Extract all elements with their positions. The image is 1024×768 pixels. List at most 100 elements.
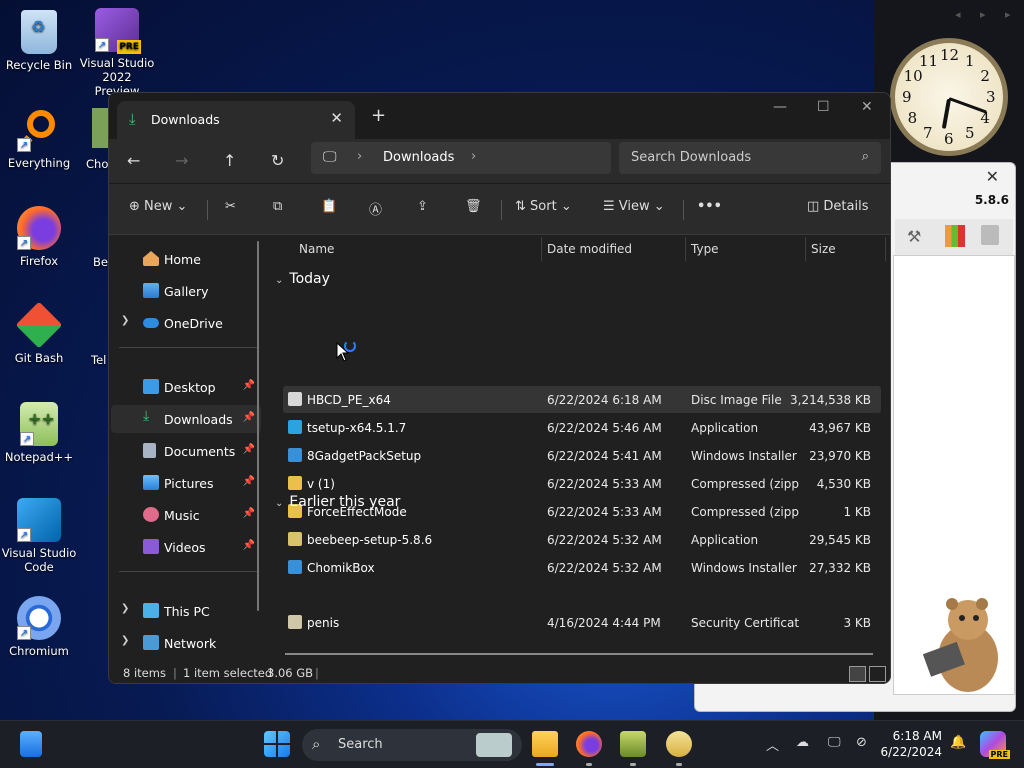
up-button[interactable]: ↑ xyxy=(223,151,236,170)
nav-item-music[interactable]: Music 📌 xyxy=(111,501,261,529)
copy-icon[interactable]: ⧉ xyxy=(273,199,282,214)
copilot-icon[interactable]: PRE xyxy=(980,731,1010,759)
column-header-date[interactable]: Date modified xyxy=(547,235,632,263)
group-header-today[interactable]: ⌄ Today xyxy=(275,271,330,287)
desktop-icon-visual-studio-2022-preview[interactable]: PRE ↗ Visual Studio 2022 Preview xyxy=(79,8,155,98)
start-button[interactable] xyxy=(264,731,290,757)
widgets-icon[interactable] xyxy=(20,731,42,757)
breadcrumb-downloads[interactable]: Downloads xyxy=(383,150,454,165)
chevron-right-icon[interactable]: ❯ xyxy=(121,315,129,326)
chevron-down-icon[interactable]: ⌄ xyxy=(275,498,283,509)
delete-icon[interactable]: 🗑 xyxy=(465,199,482,214)
pin-icon[interactable]: 📌 xyxy=(243,444,255,455)
maximize-button[interactable]: ☐ xyxy=(817,99,830,115)
tiles-view-button[interactable] xyxy=(869,666,886,682)
file-row[interactable]: beebeep-setup-5.8.6 6/22/2024 5:32 AM Appl… xyxy=(283,526,881,553)
column-header-size[interactable]: Size xyxy=(811,235,836,263)
address-bar[interactable]: 🖵 › Downloads › xyxy=(311,142,611,174)
sort-button[interactable]: ⇅ Sort ⌄ xyxy=(515,199,572,214)
clock-gadget[interactable]: 12 1 2 3 4 5 6 7 8 9 10 11 xyxy=(890,38,1008,156)
gadget-app-taskbar-icon[interactable] xyxy=(620,731,646,757)
pin-icon[interactable]: 📌 xyxy=(243,476,255,487)
nav-item-onedrive[interactable]: ❯ OneDrive xyxy=(111,309,261,337)
new-button[interactable]: ⊕ New ⌄ xyxy=(129,199,187,214)
minimize-button[interactable]: — xyxy=(773,99,787,115)
column-divider[interactable] xyxy=(541,237,542,261)
pin-icon[interactable]: 📌 xyxy=(243,540,255,551)
taskbar-search[interactable]: ⌕ Search xyxy=(302,729,522,761)
new-tab-button[interactable]: + xyxy=(371,105,386,126)
notification-bell-icon[interactable]: 🔔 xyxy=(950,735,966,750)
nav-item-network[interactable]: ❯ Network xyxy=(111,629,261,657)
nav-item-documents[interactable]: Documents 📌 xyxy=(111,437,261,465)
back-button[interactable]: ← xyxy=(127,151,140,170)
details-view-button[interactable] xyxy=(849,666,866,682)
desktop-icon-notepad-plus-plus[interactable]: ++ ↗ Notepad++ xyxy=(1,402,77,464)
tab-downloads[interactable]: ⤓ Downloads ✕ xyxy=(117,101,355,139)
desktop-icon-firefox[interactable]: ↗ Firefox xyxy=(1,206,77,268)
nav-item-gallery[interactable]: Gallery xyxy=(111,277,261,305)
onedrive-tray-icon[interactable]: ☁ xyxy=(796,735,809,750)
nav-item-videos[interactable]: Videos 📌 xyxy=(111,533,261,561)
view-button[interactable]: ☰ View ⌄ xyxy=(603,199,665,214)
tools-icon[interactable]: ⚒ xyxy=(907,227,921,246)
column-divider[interactable] xyxy=(805,237,806,261)
refresh-button[interactable]: ↻ xyxy=(271,151,284,170)
chevron-up-icon[interactable]: ︿ xyxy=(766,735,779,754)
chevron-right-icon[interactable]: › xyxy=(357,149,362,164)
file-row[interactable]: v (1) 6/22/2024 5:33 AM Compressed (zipp..… xyxy=(283,470,881,497)
file-row[interactable]: tsetup-x64.5.1.7 6/22/2024 5:46 AM Applica… xyxy=(283,414,881,441)
horizontal-scrollbar[interactable] xyxy=(285,653,873,655)
file-row[interactable]: penis 4/16/2024 4:44 PM Security Certifica… xyxy=(283,609,881,636)
share-icon[interactable]: ⇪ xyxy=(417,199,428,214)
cut-icon[interactable]: ✂ xyxy=(225,199,236,214)
pin-icon[interactable]: 📌 xyxy=(243,412,255,423)
taskbar-search-input[interactable]: Search xyxy=(338,737,383,752)
file-explorer-window[interactable]: ⤓ Downloads ✕ + — ☐ ✕ ← → ↑ ↻ 🖵 › Downlo… xyxy=(108,92,891,684)
nav-item-desktop[interactable]: Desktop 📌 xyxy=(111,373,261,401)
pin-icon[interactable]: 📌 xyxy=(243,380,255,391)
desktop-icon-git-bash[interactable]: Git Bash xyxy=(1,301,77,365)
gadget-nav-arrows[interactable]: ◂ ▸ ▸ xyxy=(955,8,1019,21)
nav-item-this-pc[interactable]: ❯ This PC xyxy=(111,597,261,625)
nav-item-home[interactable]: Home xyxy=(111,245,261,273)
column-header-type[interactable]: Type xyxy=(691,235,719,263)
pin-icon[interactable]: 📌 xyxy=(243,508,255,519)
desktop-icon-visual-studio-code[interactable]: ↗ Visual Studio Code xyxy=(1,498,77,574)
nav-scrollbar[interactable] xyxy=(257,241,259,611)
column-divider[interactable] xyxy=(885,237,886,261)
desktop-icon-everything[interactable]: ↗ Everything xyxy=(1,108,77,170)
search-input[interactable]: Search Downloads xyxy=(631,150,751,165)
paste-icon[interactable]: 📋 xyxy=(321,199,337,214)
beebeep-taskbar-icon[interactable] xyxy=(666,731,692,757)
details-pane-button[interactable]: ◫ Details xyxy=(807,199,869,214)
chevron-right-icon[interactable]: ❯ xyxy=(121,635,129,646)
close-icon[interactable]: ✕ xyxy=(986,167,999,186)
close-window-button[interactable]: ✕ xyxy=(861,99,873,115)
close-tab-icon[interactable]: ✕ xyxy=(330,109,343,127)
chevron-down-icon[interactable]: ⌄ xyxy=(275,275,283,286)
file-explorer-taskbar-icon[interactable] xyxy=(532,731,558,757)
nav-item-pictures[interactable]: Pictures 📌 xyxy=(111,469,261,497)
file-row[interactable]: HBCD_PE_x64 6/22/2024 6:18 AM Disc Image F… xyxy=(283,386,881,413)
forward-button[interactable]: → xyxy=(175,151,188,170)
desktop-icon-chromium[interactable]: ↗ Chromium xyxy=(1,596,77,658)
app-icon[interactable] xyxy=(945,225,965,247)
file-row[interactable]: ChomikBox 6/22/2024 5:32 AM Windows Instal… xyxy=(283,554,881,581)
display-tray-icon[interactable]: 🖵 xyxy=(828,735,841,750)
column-header-name[interactable]: Name xyxy=(299,235,334,263)
column-divider[interactable] xyxy=(685,237,686,261)
chevron-right-icon[interactable]: › xyxy=(471,149,476,164)
file-row[interactable]: 8GadgetPackSetup 6/22/2024 5:41 AM Windows… xyxy=(283,442,881,469)
firefox-taskbar-icon[interactable] xyxy=(576,731,602,757)
taskbar-clock[interactable]: 6:18 AM 6/22/2024 xyxy=(856,728,942,760)
title-bar[interactable]: ⤓ Downloads ✕ + — ☐ ✕ xyxy=(109,93,890,139)
more-options-button[interactable]: ••• xyxy=(697,199,722,214)
rename-icon[interactable]: Ⓐ xyxy=(369,199,382,218)
bin-icon[interactable] xyxy=(981,225,999,245)
group-header-earlier[interactable]: ⌄ Earlier this year xyxy=(275,494,400,510)
nav-item-downloads[interactable]: ⤓ Downloads 📌 xyxy=(111,405,261,433)
search-box[interactable]: Search Downloads ⌕ xyxy=(619,142,881,174)
chevron-right-icon[interactable]: ❯ xyxy=(121,603,129,614)
desktop-icon-recycle-bin[interactable]: ♻ Recycle Bin xyxy=(1,10,77,72)
